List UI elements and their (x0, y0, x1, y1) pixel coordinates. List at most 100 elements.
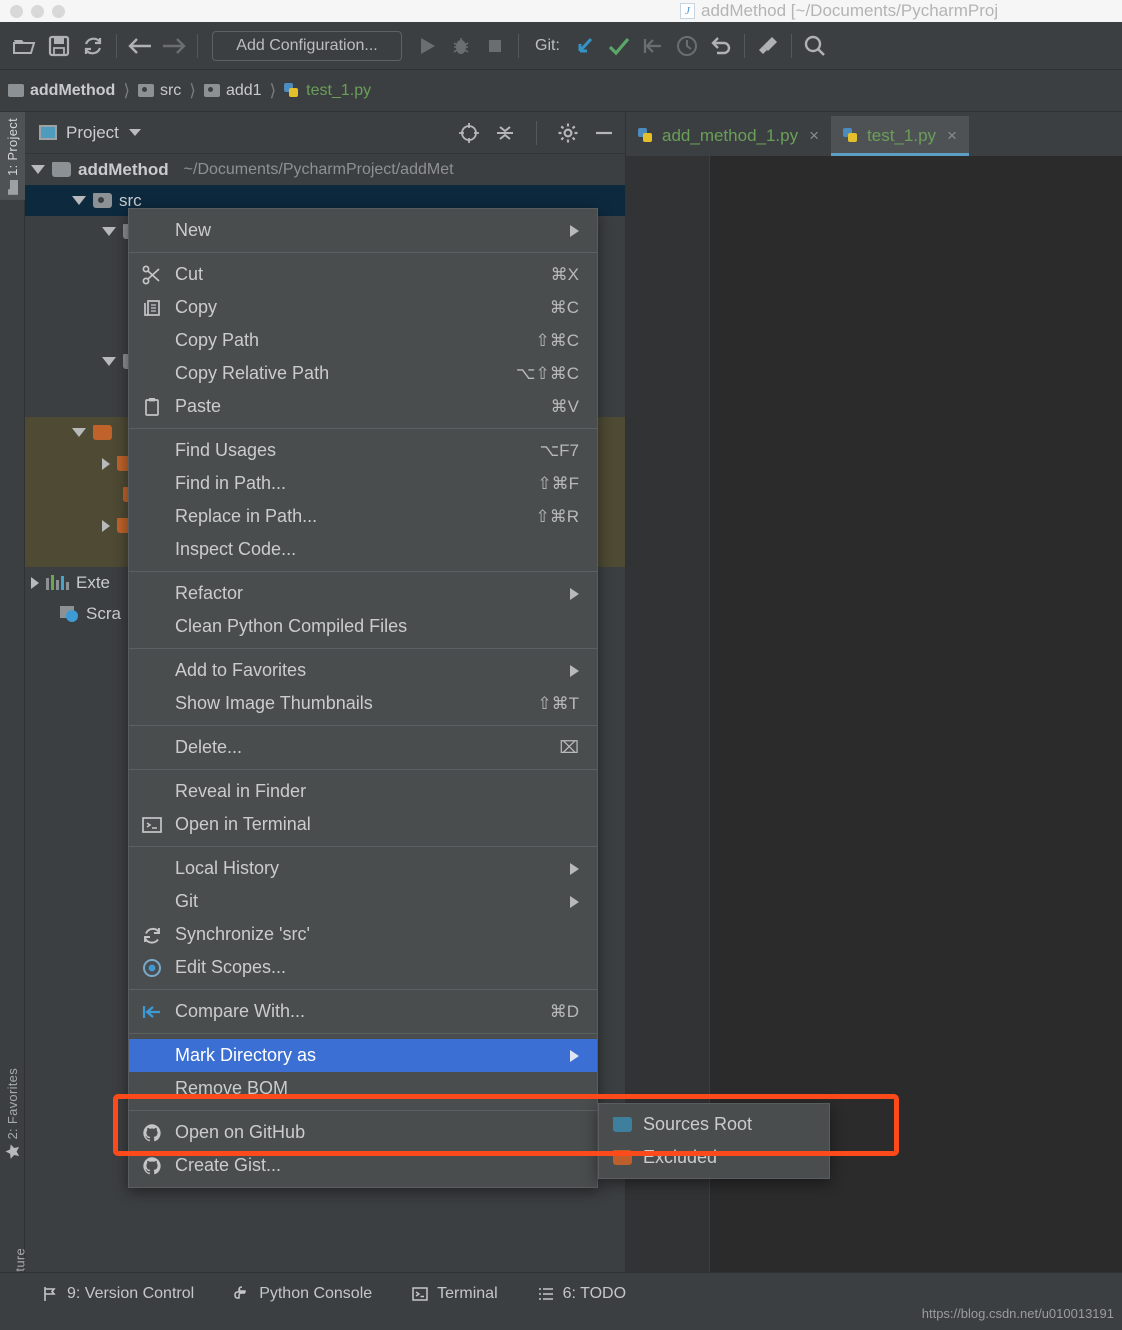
menu-item-local-history[interactable]: Local History (129, 852, 597, 885)
breadcrumb-separator: ⟩ (123, 80, 130, 100)
debug-button[interactable] (444, 29, 478, 63)
menu-item-reveal-in-finder[interactable]: Reveal in Finder (129, 775, 597, 808)
menu-item-label: Inspect Code... (175, 539, 297, 559)
editor-tab-add-method-1[interactable]: add_method_1.py × (626, 116, 831, 156)
excluded-folder-icon (613, 1150, 632, 1165)
menu-item-label: Paste (175, 396, 222, 416)
menu-item-label: Replace in Path... (175, 506, 318, 526)
window-controls[interactable] (10, 4, 65, 18)
menu-item-mark-directory-as[interactable]: Mark Directory as (129, 1039, 597, 1072)
breadcrumb-item-0[interactable]: addMethod (8, 82, 115, 100)
editor-tab-test-1[interactable]: test_1.py × (831, 116, 969, 156)
mark-directory-as-submenu[interactable]: Sources Root Excluded (598, 1103, 830, 1179)
menu-item-new[interactable]: New (129, 214, 597, 247)
maximize-window-button[interactable] (52, 4, 65, 18)
status-item-todo[interactable]: 6: TODO (538, 1285, 626, 1303)
context-menu[interactable]: New Cut ⌘X Copy ⌘C Copy Path ⇧⌘C Copy Relative … (128, 208, 598, 1188)
collapse-arrow-icon-1[interactable] (102, 457, 110, 470)
scroll-from-source-icon[interactable] (458, 122, 480, 144)
git-commit-icon[interactable] (602, 29, 636, 63)
menu-item-clean-python-compiled-files[interactable]: Clean Python Compiled Files (129, 610, 597, 643)
expand-arrow-icon-1[interactable] (102, 227, 116, 236)
collapse-arrow-icon-libs[interactable] (31, 576, 39, 589)
open-project-icon[interactable] (8, 29, 42, 63)
navigate-forward-icon[interactable] (157, 29, 191, 63)
breadcrumb-item-3[interactable]: test_1.py (284, 82, 371, 100)
menu-item-create-gist[interactable]: Create Gist... (129, 1149, 597, 1182)
chevron-down-icon[interactable] (128, 129, 141, 136)
project-panel-title: Project (66, 122, 119, 142)
menu-item-refactor[interactable]: Refactor (129, 577, 597, 610)
menu-item-paste[interactable]: Paste ⌘V (129, 390, 597, 423)
status-item-python-console[interactable]: Python Console (234, 1285, 372, 1303)
collapse-all-icon[interactable] (494, 122, 516, 144)
stop-button[interactable] (478, 29, 512, 63)
menu-item-open-in-terminal[interactable]: Open in Terminal (129, 808, 597, 841)
python-file-icon-2 (843, 128, 859, 144)
menu-item-inspect-code[interactable]: Inspect Code... (129, 533, 597, 566)
expand-arrow-icon-3[interactable] (72, 428, 86, 437)
project-icon (6, 179, 19, 195)
scratches-icon (60, 605, 79, 622)
submenu-arrow-icon (570, 224, 579, 237)
tree-label-scratches: Scra (86, 603, 121, 623)
close-icon-2[interactable]: × (947, 126, 957, 146)
expand-arrow-icon-2[interactable] (102, 357, 116, 366)
git-rollback-icon[interactable] (704, 29, 738, 63)
main-toolbar: Add Configuration... Git: (0, 22, 1122, 70)
menu-item-copy-relative-path[interactable]: Copy Relative Path ⌥⇧⌘C (129, 357, 597, 390)
status-item-terminal[interactable]: Terminal (412, 1285, 498, 1303)
git-push-icon[interactable] (636, 29, 670, 63)
git-update-icon[interactable] (568, 29, 602, 63)
git-history-icon[interactable] (670, 29, 704, 63)
external-libraries-icon (46, 575, 69, 590)
sources-root-folder-icon (613, 1117, 632, 1132)
menu-separator (129, 725, 597, 726)
menu-item-synchronize-src[interactable]: Synchronize 'src' (129, 918, 597, 951)
menu-item-show-image-thumbnails[interactable]: Show Image Thumbnails ⇧⌘T (129, 687, 597, 720)
breadcrumb-item-2[interactable]: add1 (203, 82, 262, 100)
tree-row-addmethod[interactable]: addMethod ~/Documents/PycharmProject/add… (25, 154, 625, 185)
navigate-back-icon[interactable] (123, 29, 157, 63)
status-item-version-control[interactable]: 9: Version Control (42, 1285, 194, 1303)
menu-item-edit-scopes[interactable]: Edit Scopes... (129, 951, 597, 984)
submenu-item-label: Sources Root (643, 1114, 753, 1134)
search-icon[interactable] (798, 29, 832, 63)
expand-arrow-icon[interactable] (31, 165, 45, 174)
menu-item-label: Local History (175, 858, 280, 878)
menu-item-delete[interactable]: Delete... ⌧ (129, 731, 597, 764)
compare-icon (129, 1002, 175, 1022)
sync-icon[interactable] (76, 29, 110, 63)
menu-item-replace-in-path[interactable]: Replace in Path... ⇧⌘R (129, 500, 597, 533)
folder-icon (8, 84, 24, 97)
menu-item-git[interactable]: Git (129, 885, 597, 918)
terminal-icon (129, 815, 175, 835)
menu-item-cut[interactable]: Cut ⌘X (129, 258, 597, 291)
menu-item-compare-with[interactable]: Compare With... ⌘D (129, 995, 597, 1028)
python-file-icon (284, 82, 300, 99)
hide-icon[interactable] (593, 122, 615, 144)
minimize-window-button[interactable] (31, 4, 44, 18)
menu-item-find-usages[interactable]: Find Usages ⌥F7 (129, 434, 597, 467)
menu-item-find-in-path[interactable]: Find in Path... ⇧⌘F (129, 467, 597, 500)
close-window-button[interactable] (10, 4, 23, 18)
gear-icon[interactable] (557, 122, 579, 144)
menu-item-open-on-github[interactable]: Open on GitHub (129, 1116, 597, 1149)
submenu-item-sources-root[interactable]: Sources Root (599, 1108, 829, 1141)
save-all-icon[interactable] (42, 29, 76, 63)
run-configuration-selector[interactable]: Add Configuration... (212, 30, 402, 61)
run-button[interactable] (410, 29, 444, 63)
menu-item-copy-path[interactable]: Copy Path ⇧⌘C (129, 324, 597, 357)
gear-icon[interactable] (751, 29, 785, 63)
breadcrumb-item-1[interactable]: src (137, 82, 181, 100)
sidebar-item-project[interactable]: 1: Project (0, 112, 25, 200)
sidebar-item-favorites[interactable]: 2: Favorites (0, 1062, 25, 1165)
submenu-item-excluded[interactable]: Excluded (599, 1141, 829, 1174)
menu-item-add-to-favorites[interactable]: Add to Favorites (129, 654, 597, 687)
expand-arrow-icon-src[interactable] (72, 196, 86, 205)
menu-item-remove-bom[interactable]: Remove BOM (129, 1072, 597, 1105)
menu-item-copy[interactable]: Copy ⌘C (129, 291, 597, 324)
collapse-arrow-icon-2[interactable] (102, 519, 110, 532)
close-icon[interactable]: × (809, 126, 819, 146)
editor-area: add_method_1.py × test_1.py × (626, 112, 1122, 1272)
